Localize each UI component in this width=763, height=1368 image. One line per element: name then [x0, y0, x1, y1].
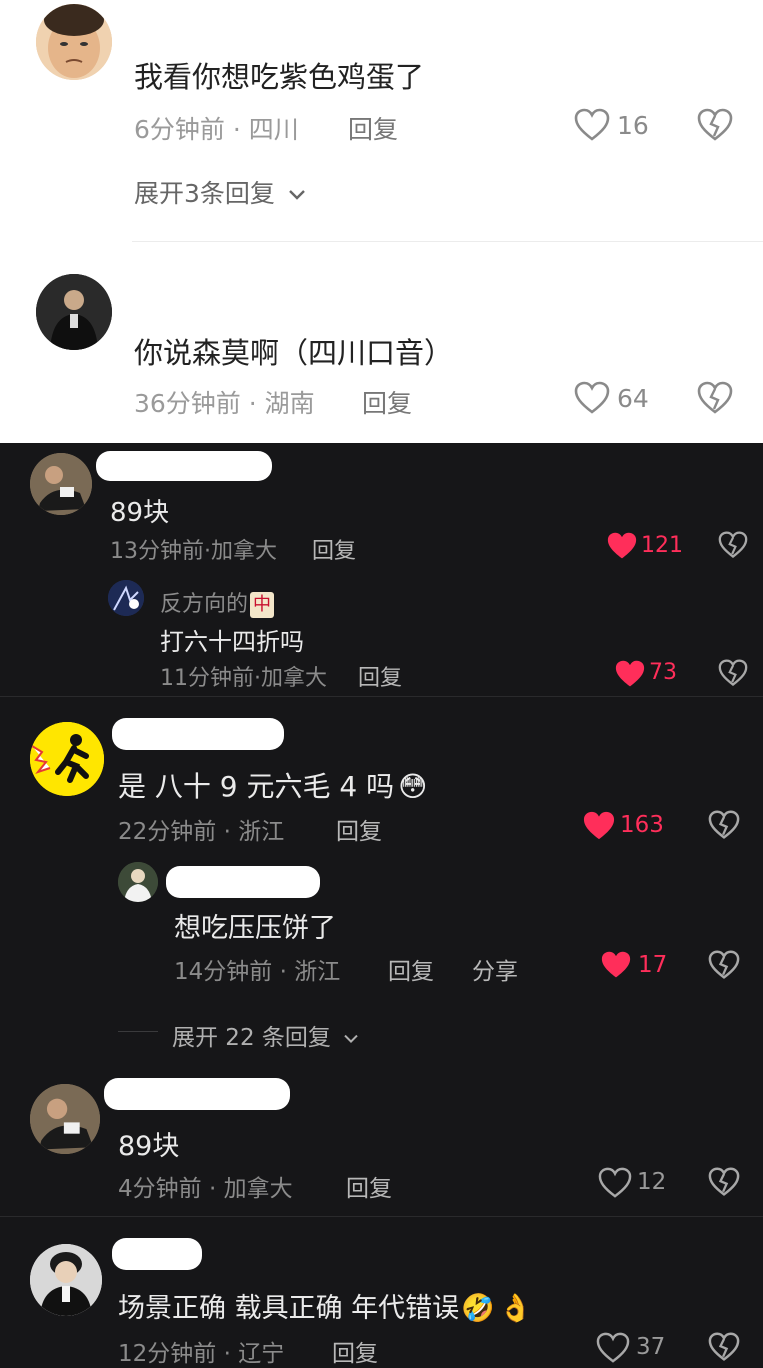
user-avatar[interactable]: [30, 1244, 102, 1316]
broken-heart-icon[interactable]: [697, 108, 733, 142]
reply-button[interactable]: 回复: [336, 812, 382, 846]
comment-meta: 4分钟前 · 加拿大: [118, 1176, 293, 1202]
username-redacted[interactable]: [104, 1078, 290, 1110]
divider: [132, 241, 763, 242]
user-avatar[interactable]: [36, 274, 112, 350]
user-avatar[interactable]: [30, 453, 92, 515]
username-redacted[interactable]: [166, 866, 320, 898]
like-count: 64: [617, 384, 649, 413]
comment-line: 场景正确 载具正确 年代错误🤣 👌: [118, 1286, 532, 1325]
ok-hand-emoji: 👌: [498, 1293, 533, 1324]
comment-meta: 14分钟前 · 浙江: [174, 959, 341, 985]
broken-heart-icon[interactable]: [708, 1332, 740, 1362]
expand-line: [118, 1031, 158, 1032]
reply-button[interactable]: 回复: [312, 533, 356, 565]
username-redacted[interactable]: [112, 718, 284, 750]
avatar-icon: [118, 862, 158, 902]
heart-filled-icon[interactable]: [606, 531, 638, 561]
flushed-emoji: 😳: [398, 770, 428, 803]
avatar-person-icon: [30, 453, 92, 515]
comment-meta: 22分钟前 · 浙江: [118, 819, 285, 845]
reply-username[interactable]: 反方向的中: [160, 586, 275, 618]
reply-button[interactable]: 回复: [358, 660, 402, 692]
comment-meta: 12分钟前 · 辽宁: [118, 1341, 285, 1367]
like-count: 121: [641, 533, 683, 558]
expand-replies-label: 展开3条回复: [134, 179, 275, 208]
heart-filled-icon[interactable]: [582, 810, 616, 842]
broken-heart-icon[interactable]: [718, 659, 748, 687]
like-count: 73: [649, 660, 677, 685]
laughing-emoji: 🤣: [461, 1293, 495, 1324]
heart-outline-icon[interactable]: [598, 1167, 632, 1199]
avatar-person-icon: [30, 1084, 100, 1154]
divider: [0, 1216, 763, 1217]
comment-text: 场景正确 载具正确 年代错误: [118, 1293, 460, 1324]
reply-button[interactable]: 回复: [388, 952, 434, 986]
reply-button[interactable]: 回复: [348, 110, 398, 146]
broken-heart-icon[interactable]: [718, 531, 748, 559]
light-comment-section: 我看你想吃紫色鸡蛋了 6分钟前 · 四川 回复 16 展开3条回复 你说森莫啊（…: [0, 0, 763, 443]
avatar-face-icon: [36, 4, 112, 80]
expand-replies-label: 展开 22 条回复: [172, 1025, 331, 1051]
heart-outline-icon[interactable]: [574, 108, 610, 142]
comment-meta: 13分钟前·加拿大: [110, 539, 277, 564]
comment-text: 89块: [118, 1131, 180, 1162]
running-man-icon: [30, 722, 104, 796]
reply-button[interactable]: 回复: [362, 384, 412, 420]
comment-meta: 6分钟前 · 四川: [134, 115, 299, 144]
comment-text: 打六十四折吗: [160, 628, 304, 656]
comment-text: 是 八十 9 元六毛 4 吗: [118, 770, 395, 803]
comment-text: 我看你想吃紫色鸡蛋了: [134, 60, 425, 94]
like-count: 37: [636, 1334, 666, 1360]
like-count: 12: [637, 1169, 667, 1195]
expand-replies-button[interactable]: 展开3条回复: [134, 174, 307, 210]
heart-outline-icon[interactable]: [574, 381, 610, 415]
chevron-down-icon: [289, 190, 305, 200]
like-count: 163: [620, 812, 664, 838]
comment-text: 你说森莫啊（四川口音）: [134, 336, 454, 370]
like-count: 17: [638, 952, 668, 978]
user-avatar[interactable]: [118, 862, 158, 902]
comment-line: 是 八十 9 元六毛 4 吗 😳: [118, 765, 427, 805]
broken-heart-icon[interactable]: [697, 381, 733, 415]
share-button[interactable]: 分享: [472, 952, 518, 986]
user-avatar[interactable]: [36, 4, 112, 80]
reply-button[interactable]: 回复: [332, 1334, 378, 1368]
mahjong-tile-icon: 中: [250, 592, 275, 618]
reply-username-text: 反方向的: [160, 592, 249, 617]
avatar-person-icon: [30, 1244, 102, 1316]
comment-text: 89块: [110, 498, 170, 528]
heart-outline-icon[interactable]: [596, 1332, 630, 1364]
chevron-down-icon: [344, 1034, 358, 1044]
avatar-icon: [108, 580, 144, 616]
broken-heart-icon[interactable]: [708, 1167, 740, 1197]
broken-heart-icon[interactable]: [708, 810, 740, 840]
divider: [0, 696, 763, 697]
username-redacted[interactable]: [112, 1238, 202, 1270]
heart-filled-icon[interactable]: [614, 659, 646, 689]
reply-button[interactable]: 回复: [346, 1169, 392, 1203]
broken-heart-icon[interactable]: [708, 950, 740, 980]
user-avatar[interactable]: [30, 1084, 100, 1154]
comment-meta: 11分钟前·加拿大: [160, 666, 327, 691]
expand-replies-button[interactable]: 展开 22 条回复: [172, 1018, 360, 1052]
comment-meta: 36分钟前 · 湖南: [134, 389, 315, 418]
heart-filled-icon[interactable]: [600, 950, 632, 980]
username-redacted[interactable]: [96, 451, 272, 481]
like-count: 16: [617, 111, 649, 140]
user-avatar[interactable]: [30, 722, 104, 796]
comment-text: 想吃压压饼了: [174, 913, 336, 944]
user-avatar[interactable]: [108, 580, 144, 616]
avatar-person-icon: [36, 274, 112, 350]
